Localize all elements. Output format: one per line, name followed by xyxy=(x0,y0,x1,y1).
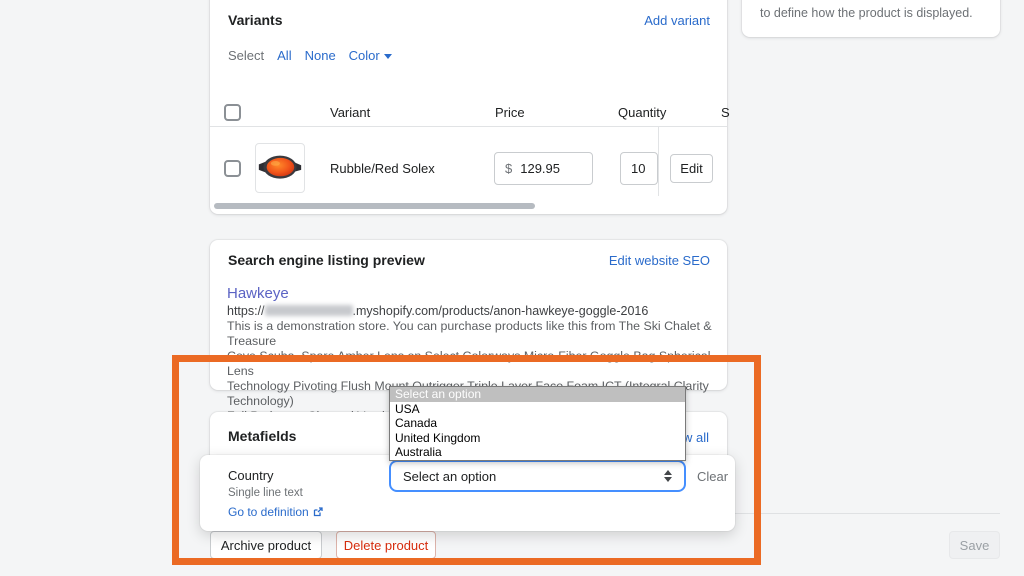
seo-url: https:// .myshopify.com/products/anon-haw… xyxy=(227,304,648,318)
goggles-image xyxy=(257,145,303,191)
variant-row-checkbox[interactable] xyxy=(224,160,241,177)
select-none-link[interactable]: None xyxy=(305,48,336,63)
add-variant-link[interactable]: Add variant xyxy=(644,13,710,28)
select-all-checkbox[interactable] xyxy=(224,104,241,121)
scrollbar-thumb[interactable] xyxy=(214,203,535,209)
quantity-input[interactable]: 10 xyxy=(620,152,658,185)
theme-template-info-card: to define how the product is displayed. xyxy=(742,0,1000,37)
highlight-rectangle xyxy=(172,355,761,565)
quantity-value: 10 xyxy=(631,161,645,176)
price-value: 129.95 xyxy=(520,161,560,176)
table-header-divider xyxy=(210,126,727,127)
variant-thumbnail xyxy=(255,143,305,193)
redacted-subdomain xyxy=(265,305,353,316)
edit-variant-button[interactable]: Edit xyxy=(670,154,713,183)
seo-page-title: Hawkeye xyxy=(227,285,289,302)
info-card-text: to define how the product is displayed. xyxy=(760,6,973,20)
seo-card-title: Search engine listing preview xyxy=(228,252,425,268)
select-color-dropdown[interactable]: Color xyxy=(349,48,392,63)
chevron-down-icon xyxy=(384,54,392,59)
shopify-product-page: Variants Add variant Select All None Col… xyxy=(0,0,1024,576)
variant-name: Rubble/Red Solex xyxy=(330,161,435,176)
url-suffix: .myshopify.com/products/anon-hawkeye-gog… xyxy=(353,304,649,318)
url-prefix: https:// xyxy=(227,304,265,318)
column-variant: Variant xyxy=(330,105,370,120)
variants-title: Variants xyxy=(228,12,282,28)
column-price: Price xyxy=(495,105,525,120)
fixed-column-divider xyxy=(658,127,659,196)
horizontal-scrollbar[interactable] xyxy=(210,202,658,210)
variant-select-row: Select All None Color xyxy=(228,48,392,63)
column-quantity: Quantity xyxy=(618,105,666,120)
select-all-link[interactable]: All xyxy=(277,48,291,63)
seo-description-line: This is a demonstration store. You can p… xyxy=(227,319,712,349)
price-input[interactable]: $ 129.95 xyxy=(494,152,593,185)
variants-card: Variants Add variant Select All None Col… xyxy=(210,0,727,214)
edit-website-seo-link[interactable]: Edit website SEO xyxy=(609,253,710,268)
currency-prefix: $ xyxy=(505,161,512,176)
save-button[interactable]: Save xyxy=(949,531,1000,559)
column-sku-partial: S xyxy=(721,105,730,120)
select-label: Select xyxy=(228,48,264,63)
